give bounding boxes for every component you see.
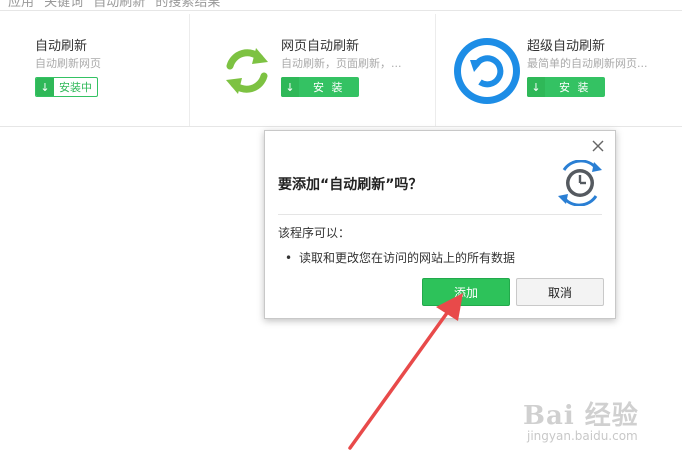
add-button[interactable]: 添加: [422, 278, 510, 306]
card-info: 超级自动刷新 最简单的自动刷新网页... ↓ 安 装: [527, 38, 661, 97]
permission-item: • 读取和更改您在访问的网站上的所有数据: [285, 249, 515, 266]
card-description: 自动刷新，页面刷新，...: [281, 57, 402, 70]
card-info: 自动刷新 自动刷新网页 ↓ 安装中: [35, 38, 169, 97]
card-title[interactable]: 网页自动刷新: [281, 38, 415, 56]
download-arrow-icon: ↓: [527, 77, 545, 97]
watermark-text: Bai 经验: [523, 401, 639, 431]
permission-text: 读取和更改您在访问的网站上的所有数据: [299, 251, 516, 265]
bullet-icon: •: [285, 251, 293, 265]
installing-button[interactable]: ↓ 安装中: [35, 77, 98, 97]
card-description: 自动刷新网页: [35, 57, 101, 70]
install-label: 安 装: [559, 81, 591, 94]
baidu-watermark: Bai 经验 jingyan.baidu.com: [523, 393, 673, 453]
install-button[interactable]: ↓ 安 装: [527, 77, 605, 97]
close-icon[interactable]: [591, 139, 605, 153]
watermark-url: jingyan.baidu.com: [527, 429, 638, 443]
dialog-divider: [278, 214, 602, 215]
app-card-super-auto-refresh[interactable]: 超级自动刷新 最简单的自动刷新网页... ↓ 安 装: [436, 14, 682, 126]
install-label: 安 装: [313, 81, 345, 94]
install-label: 安装中: [59, 81, 92, 94]
cancel-button[interactable]: 取消: [516, 278, 604, 306]
green-refresh-icon[interactable]: [212, 36, 282, 106]
top-bar: "应用" 关键词 "自动刷新" 的搜索结果: [0, 0, 682, 11]
dialog-title: 要添加“自动刷新”吗？: [278, 177, 423, 193]
card-title[interactable]: 自动刷新: [35, 38, 169, 56]
permission-heading: 该程序可以：: [278, 226, 351, 240]
download-arrow-icon: ↓: [281, 77, 299, 97]
card-description: 最简单的自动刷新网页...: [527, 57, 648, 70]
app-card-list: 自动刷新 自动刷新网页 ↓ 安装中 网页自动刷新 自动刷新，页面刷新，... ↓…: [0, 14, 682, 127]
app-card-auto-refresh[interactable]: 自动刷新 自动刷新网页 ↓ 安装中: [0, 14, 190, 126]
card-title[interactable]: 超级自动刷新: [527, 38, 661, 56]
app-card-web-auto-refresh[interactable]: 网页自动刷新 自动刷新，页面刷新，... ↓ 安 装: [190, 14, 436, 126]
download-arrow-icon: ↓: [36, 78, 54, 96]
auto-refresh-clock-icon: [558, 160, 602, 206]
install-button[interactable]: ↓ 安 装: [281, 77, 359, 97]
blue-refresh-icon[interactable]: [452, 36, 522, 106]
add-extension-dialog: 要添加“自动刷新”吗？ 该程序可以： • 读取和更改您在访问的网站上的所有数据 添…: [264, 130, 616, 319]
card-info: 网页自动刷新 自动刷新，页面刷新，... ↓ 安 装: [281, 38, 415, 97]
search-result-heading: "应用" 关键词 "自动刷新" 的搜索结果: [2, 0, 221, 10]
